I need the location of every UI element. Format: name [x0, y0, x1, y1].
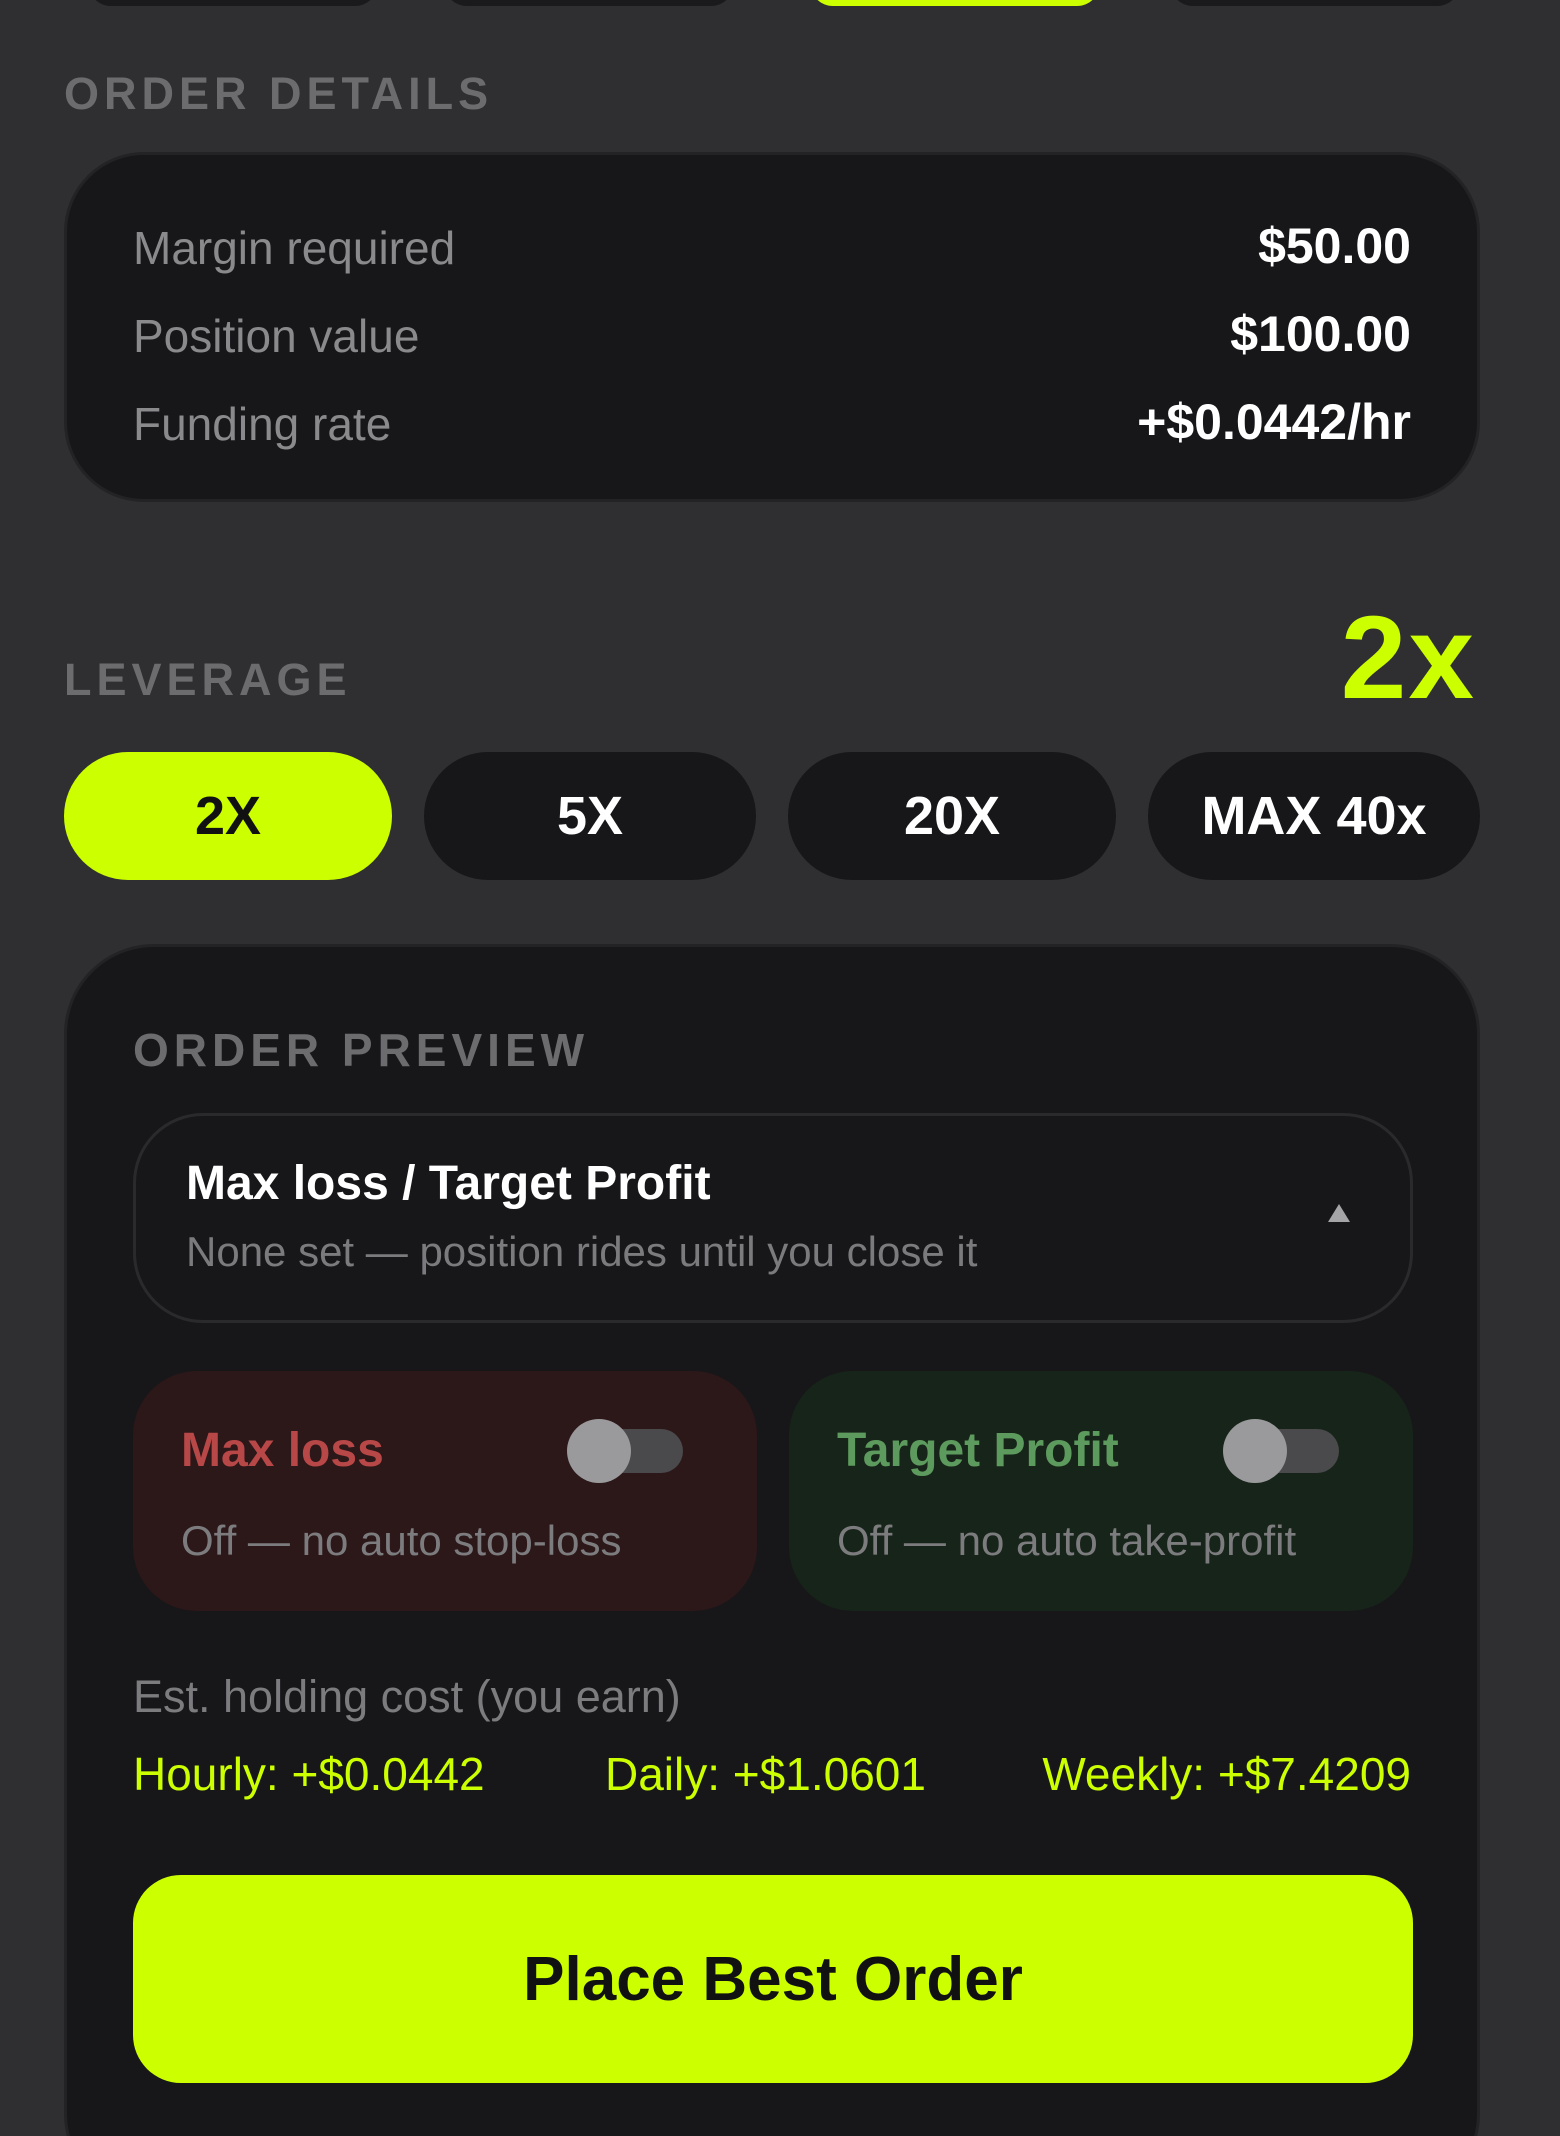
holding-cost-daily: Daily: +$1.0601: [605, 1748, 926, 1800]
holding-cost-label: Est. holding cost (you earn): [133, 1671, 681, 1722]
top-tab-1[interactable]: [88, 0, 378, 6]
target-profit-card: Target Profit Off — no auto take-profit: [789, 1371, 1413, 1611]
max-loss-target-profit-dropdown[interactable]: Max loss / Target Profit None set — posi…: [133, 1113, 1413, 1323]
top-tab-2[interactable]: [444, 0, 734, 6]
top-tab-active[interactable]: [810, 0, 1100, 6]
top-tab-4[interactable]: [1170, 0, 1460, 6]
holding-cost-weekly: Weekly: +$7.4209: [1042, 1748, 1411, 1800]
leverage-option-20x[interactable]: 20X: [788, 752, 1116, 880]
position-value-value: $100.00: [1230, 306, 1411, 362]
dropdown-subtitle: None set — position rides until you clos…: [186, 1228, 978, 1275]
leverage-option-max[interactable]: MAX 40x: [1148, 752, 1480, 880]
funding-rate-row: Funding rate +$0.0442/hr: [133, 394, 1411, 457]
target-profit-toggle[interactable]: [1223, 1419, 1339, 1483]
order-panel: ORDER DETAILS Margin required $50.00 Pos…: [0, 0, 1560, 2136]
max-loss-card: Max loss Off — no auto stop-loss: [133, 1371, 757, 1611]
toggle-knob: [1223, 1419, 1287, 1483]
leverage-option-5x[interactable]: 5X: [424, 752, 756, 880]
position-value-label: Position value: [133, 310, 420, 362]
margin-required-label: Margin required: [133, 222, 456, 274]
max-loss-status: Off — no auto stop-loss: [181, 1517, 622, 1564]
leverage-heading: LEVERAGE: [64, 654, 352, 705]
leverage-current-value: 2x: [1340, 592, 1476, 724]
order-preview-card: ORDER PREVIEW Max loss / Target Profit N…: [64, 944, 1480, 2136]
holding-cost-hourly: Hourly: +$0.0442: [133, 1748, 485, 1800]
dropdown-title: Max loss / Target Profit: [186, 1157, 711, 1210]
order-preview-heading: ORDER PREVIEW: [133, 1024, 590, 1076]
max-loss-toggle[interactable]: [567, 1419, 683, 1483]
caret-up-icon: [1328, 1204, 1350, 1222]
max-loss-title: Max loss: [181, 1424, 384, 1477]
target-profit-status: Off — no auto take-profit: [837, 1517, 1297, 1564]
position-value-row: Position value $100.00: [133, 306, 1411, 369]
order-details-heading: ORDER DETAILS: [64, 68, 494, 119]
funding-rate-label: Funding rate: [133, 398, 392, 450]
order-details-card: Margin required $50.00 Position value $1…: [64, 152, 1480, 502]
target-profit-title: Target Profit: [837, 1424, 1119, 1477]
funding-rate-value: +$0.0442/hr: [1137, 394, 1411, 450]
toggle-knob: [567, 1419, 631, 1483]
margin-required-row: Margin required $50.00: [133, 218, 1411, 281]
margin-required-value: $50.00: [1258, 218, 1411, 274]
place-order-button[interactable]: Place Best Order: [133, 1875, 1413, 2083]
leverage-option-2x[interactable]: 2X: [64, 752, 392, 880]
